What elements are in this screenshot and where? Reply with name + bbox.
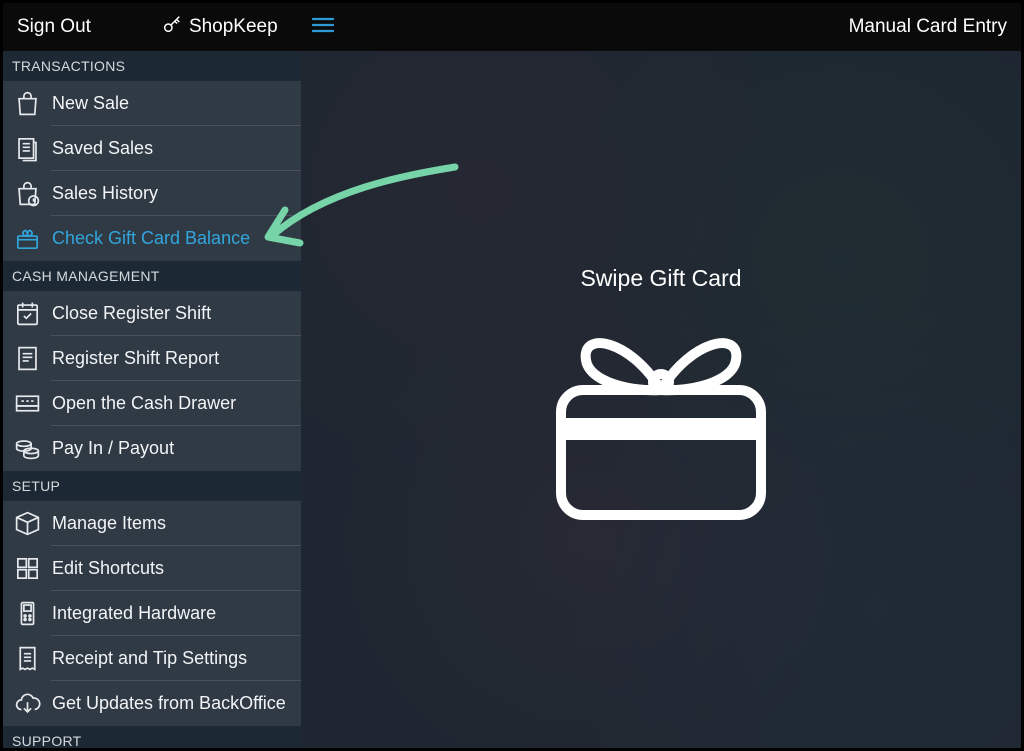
menu-toggle-button[interactable] — [312, 17, 334, 38]
sidebar-item-label: Close Register Shift — [52, 303, 211, 324]
sidebar-item-close-register-shift[interactable]: Close Register Shift — [51, 291, 301, 336]
sign-out-button[interactable]: Sign Out — [17, 16, 91, 38]
sidebar-item-manage-items[interactable]: Manage Items — [51, 501, 301, 546]
bag-icon — [13, 89, 42, 118]
receipt-icon — [13, 644, 42, 673]
cloud-download-icon — [13, 689, 42, 718]
sidebar-item-label: Saved Sales — [52, 138, 153, 159]
sidebar-item-saved-sales[interactable]: Saved Sales — [51, 126, 301, 171]
sidebar-item-label: Get Updates from BackOffice — [52, 693, 286, 714]
sidebar-item-label: Register Shift Report — [52, 348, 219, 369]
sidebar-item-check-gift-card-balance[interactable]: Check Gift Card Balance — [51, 216, 301, 261]
manual-card-entry-button[interactable]: Manual Card Entry — [849, 16, 1007, 38]
brand-label: ShopKeep — [189, 16, 278, 38]
key-icon — [161, 13, 189, 41]
sidebar-item-new-sale[interactable]: New Sale — [51, 81, 301, 126]
sidebar-item-label: Sales History — [52, 183, 158, 204]
gift-icon — [13, 224, 42, 253]
sidebar-item-label: Receipt and Tip Settings — [52, 648, 247, 669]
gift-card-prompt: Swipe Gift Card — [541, 265, 781, 535]
hamburger-icon — [312, 20, 334, 37]
sidebar: TRANSACTIONS New Sale Saved Sales Sales … — [3, 51, 301, 748]
grid-icon — [13, 554, 42, 583]
sidebar-item-register-shift-report[interactable]: Register Shift Report — [51, 336, 301, 381]
gift-card-illustration-icon — [541, 517, 781, 534]
section-header-cash: CASH MANAGEMENT — [3, 261, 301, 291]
box-icon — [13, 509, 42, 538]
section-header-setup: SETUP — [3, 471, 301, 501]
sidebar-item-sales-history[interactable]: Sales History — [51, 171, 301, 216]
sidebar-item-label: Edit Shortcuts — [52, 558, 164, 579]
section-header-support: SUPPORT — [3, 726, 301, 748]
sidebar-item-label: Manage Items — [52, 513, 166, 534]
sidebar-item-get-updates[interactable]: Get Updates from BackOffice — [51, 681, 301, 726]
sidebar-item-receipt-tip-settings[interactable]: Receipt and Tip Settings — [51, 636, 301, 681]
main-panel: Swipe Gift Card — [301, 51, 1021, 748]
calendar-check-icon — [13, 299, 42, 328]
coins-icon — [13, 434, 42, 463]
sidebar-item-label: Integrated Hardware — [52, 603, 216, 624]
sidebar-item-edit-shortcuts[interactable]: Edit Shortcuts — [51, 546, 301, 591]
cash-drawer-icon — [13, 389, 42, 418]
sidebar-item-open-cash-drawer[interactable]: Open the Cash Drawer — [51, 381, 301, 426]
sidebar-item-label: New Sale — [52, 93, 129, 114]
sidebar-item-label: Open the Cash Drawer — [52, 393, 236, 414]
bag-clock-icon — [13, 179, 42, 208]
sidebar-item-integrated-hardware[interactable]: Integrated Hardware — [51, 591, 301, 636]
sidebar-item-label: Check Gift Card Balance — [52, 228, 250, 249]
main-title: Swipe Gift Card — [541, 265, 781, 292]
sidebar-item-label: Pay In / Payout — [52, 438, 174, 459]
report-icon — [13, 344, 42, 373]
sidebar-item-pay-in-payout[interactable]: Pay In / Payout — [51, 426, 301, 471]
top-bar: Sign Out ShopKeep Manual Card Entry — [3, 3, 1021, 51]
terminal-icon — [13, 599, 42, 628]
section-header-transactions: TRANSACTIONS — [3, 51, 301, 81]
receipt-stack-icon — [13, 134, 42, 163]
brand: ShopKeep — [161, 13, 278, 41]
